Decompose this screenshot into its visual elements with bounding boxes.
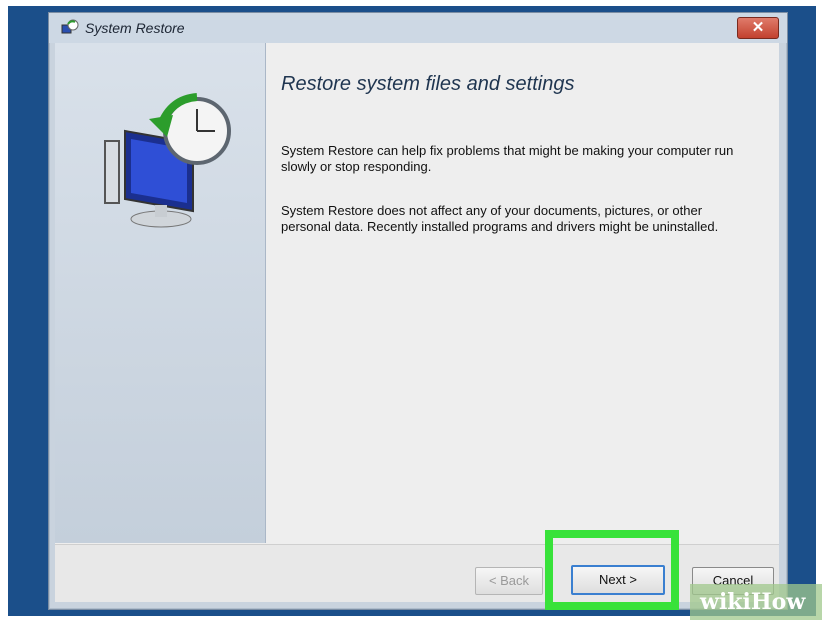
window-title: System Restore: [85, 20, 185, 36]
wizard-side-panel: [55, 43, 266, 543]
title-bar[interactable]: System Restore ✕: [49, 13, 787, 43]
dialog-client: Restore system files and settings System…: [55, 43, 779, 602]
system-restore-icon: [61, 19, 79, 34]
close-icon: ✕: [751, 19, 765, 36]
close-button[interactable]: ✕: [737, 17, 779, 39]
system-restore-window: System Restore ✕ Restore system files an…: [48, 12, 788, 610]
page-heading: Restore system files and settings: [281, 73, 575, 95]
next-button-highlight: [545, 530, 679, 610]
description-paragraph-2: System Restore does not affect any of yo…: [281, 203, 719, 234]
restore-computer-icon: [104, 93, 231, 228]
wizard-content: Restore system files and settings System…: [267, 43, 779, 543]
wikihow-watermark: wikiHow: [690, 584, 822, 620]
description-paragraph-1: System Restore can help fix problems tha…: [281, 143, 734, 174]
back-button: < Back: [475, 567, 543, 595]
